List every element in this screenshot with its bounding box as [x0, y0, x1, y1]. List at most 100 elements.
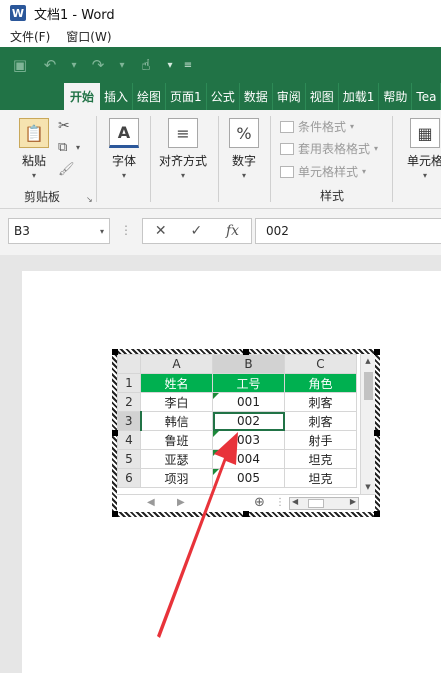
resize-handle[interactable] [112, 430, 118, 436]
cells-button[interactable]: ▦ 单元格 ▾ [400, 118, 441, 180]
redo-icon[interactable]: ↷ [86, 56, 110, 74]
add-sheet-icon[interactable]: ⊕ [254, 495, 265, 510]
resize-handle[interactable] [243, 349, 249, 355]
font-icon: A [109, 118, 139, 148]
embedded-sheet-frame[interactable]: A B C 1 姓名 工号 角色 2 李白 001 刺客 3 韩信 002 刺客 [112, 349, 380, 517]
tab-insert[interactable]: 插入 [100, 83, 134, 110]
resize-handle[interactable] [374, 430, 380, 436]
table-cell[interactable]: 射手 [284, 430, 357, 450]
separator [392, 116, 393, 202]
scroll-up-icon[interactable]: ▲ [361, 354, 375, 368]
resize-handle[interactable] [374, 511, 380, 517]
font-dropdown-icon: ▾ [121, 171, 126, 180]
active-cell[interactable]: 002 [212, 411, 285, 431]
table-cell[interactable]: 坦克 [284, 468, 357, 488]
table-cell[interactable]: 鲁班 [140, 430, 213, 450]
copy-dropdown-icon[interactable]: ▾ [76, 143, 80, 152]
tab-next-icon[interactable]: ▶ [177, 497, 185, 508]
tab-help[interactable]: 帮助 [379, 83, 413, 110]
scroll-right-icon[interactable]: ▶ [350, 497, 356, 506]
table-cell[interactable]: 003 [212, 430, 285, 450]
separator [96, 116, 97, 202]
separator [150, 116, 151, 202]
font-button[interactable]: A 字体 ▾ [104, 118, 144, 180]
header-cell[interactable]: 姓名 [140, 373, 213, 393]
row-header[interactable]: 2 [117, 392, 141, 412]
tab-home[interactable]: 开始 [64, 83, 101, 110]
row-header[interactable]: 5 [117, 449, 141, 469]
table-cell[interactable]: 刺客 [284, 392, 357, 412]
table-cell[interactable]: 001 [212, 392, 285, 412]
table-cell[interactable]: 坦克 [284, 449, 357, 469]
tab-team[interactable]: Tea [412, 83, 441, 110]
row-header[interactable]: 1 [117, 373, 141, 393]
scroll-thumb[interactable] [308, 499, 324, 508]
tab-formulas[interactable]: 公式 [207, 83, 240, 110]
vertical-scrollbar[interactable]: ▲ ▼ [360, 354, 375, 494]
ribbon-tabs: 开始 插入 绘图 页面1 公式 数据 审阅 视图 加载1 帮助 Tea [0, 83, 441, 110]
resize-handle[interactable] [243, 511, 249, 517]
table-cell[interactable]: 项羽 [140, 468, 213, 488]
window-title: 文档1 - Word [34, 7, 115, 23]
clipboard-group-label: 剪贴板 [23, 190, 60, 204]
row-header[interactable]: 6 [117, 468, 141, 488]
header-cell[interactable]: 角色 [284, 373, 357, 393]
enter-icon[interactable]: ✓ [190, 223, 202, 239]
table-icon [280, 142, 294, 155]
cut-icon[interactable]: ✂ [58, 118, 70, 134]
scroll-left-icon[interactable]: ◀ [292, 497, 298, 506]
paste-button[interactable]: 📋 粘贴 ▾ [14, 118, 54, 180]
table-cell[interactable]: 韩信 [140, 411, 213, 431]
menu-file[interactable]: 文件(F) [10, 28, 50, 45]
header-cell[interactable]: 工号 [212, 373, 285, 393]
table-cell[interactable]: 刺客 [284, 411, 357, 431]
column-header-c[interactable]: C [284, 354, 357, 374]
table-cell[interactable]: 004 [212, 449, 285, 469]
table-cell[interactable]: 亚瑟 [140, 449, 213, 469]
table-cell[interactable]: 李白 [140, 392, 213, 412]
conditional-format-button[interactable]: 条件格式 ▾ [280, 118, 354, 135]
cells-icon: ▦ [410, 118, 440, 148]
sheet-grid: A B C 1 姓名 工号 角色 2 李白 001 刺客 3 韩信 002 刺客 [117, 354, 357, 488]
column-header-a[interactable]: A [140, 354, 213, 374]
resize-handle[interactable] [374, 349, 380, 355]
resize-handle[interactable] [112, 511, 118, 517]
embedded-sheet[interactable]: A B C 1 姓名 工号 角色 2 李白 001 刺客 3 韩信 002 刺客 [117, 354, 375, 512]
tab-prev-icon[interactable]: ◀ [147, 497, 155, 508]
format-painter-icon[interactable]: 🖌 [58, 162, 75, 177]
sheet-tab-bar: ◀ ▶ ⊕ ⋮ ◀ ▶ [117, 494, 375, 512]
menu-window[interactable]: 窗口(W) [66, 28, 111, 45]
name-box[interactable]: B3 ▾ [8, 218, 110, 244]
row-header[interactable]: 4 [117, 430, 141, 450]
resize-handle[interactable] [112, 349, 118, 355]
format-as-table-button[interactable]: 套用表格格式 ▾ [280, 140, 378, 157]
alignment-button[interactable]: ≡ 对齐方式 ▾ [156, 118, 210, 180]
tab-draw[interactable]: 绘图 [133, 83, 167, 110]
touch-dropdown-icon[interactable]: ▾ [164, 60, 176, 71]
select-all-corner[interactable] [117, 354, 141, 374]
horizontal-scrollbar[interactable]: ◀ ▶ [289, 497, 359, 510]
tab-data[interactable]: 数据 [240, 83, 273, 110]
tab-page-layout[interactable]: 页面1 [166, 83, 207, 110]
copy-icon[interactable]: ⧉ [58, 140, 67, 155]
column-header-b[interactable]: B [212, 354, 285, 374]
clipboard-launcher-icon[interactable]: ↘ [86, 195, 93, 204]
cancel-icon[interactable]: ✕ [155, 223, 167, 239]
number-button[interactable]: % 数字 ▾ [224, 118, 264, 180]
tab-addins[interactable]: 加载1 [339, 83, 380, 110]
customize-qat-icon[interactable]: ≡ [182, 60, 194, 71]
tab-review[interactable]: 审阅 [273, 83, 306, 110]
scroll-thumb[interactable] [364, 372, 373, 400]
scroll-down-icon[interactable]: ▼ [361, 480, 375, 494]
table-cell[interactable]: 005 [212, 468, 285, 488]
formula-input[interactable]: 002 [255, 218, 441, 244]
cell-styles-button[interactable]: 单元格样式 ▾ [280, 163, 366, 180]
tab-view[interactable]: 视图 [306, 83, 339, 110]
undo-dropdown-icon[interactable]: ▾ [68, 60, 80, 71]
insert-function-icon[interactable]: fx [226, 223, 239, 239]
undo-icon[interactable]: ↶ [38, 56, 62, 74]
row-header[interactable]: 3 [117, 411, 142, 431]
save-icon[interactable]: ▣ [8, 56, 32, 74]
touch-mode-icon[interactable]: ☝ [134, 56, 158, 74]
redo-dropdown-icon[interactable]: ▾ [116, 60, 128, 71]
